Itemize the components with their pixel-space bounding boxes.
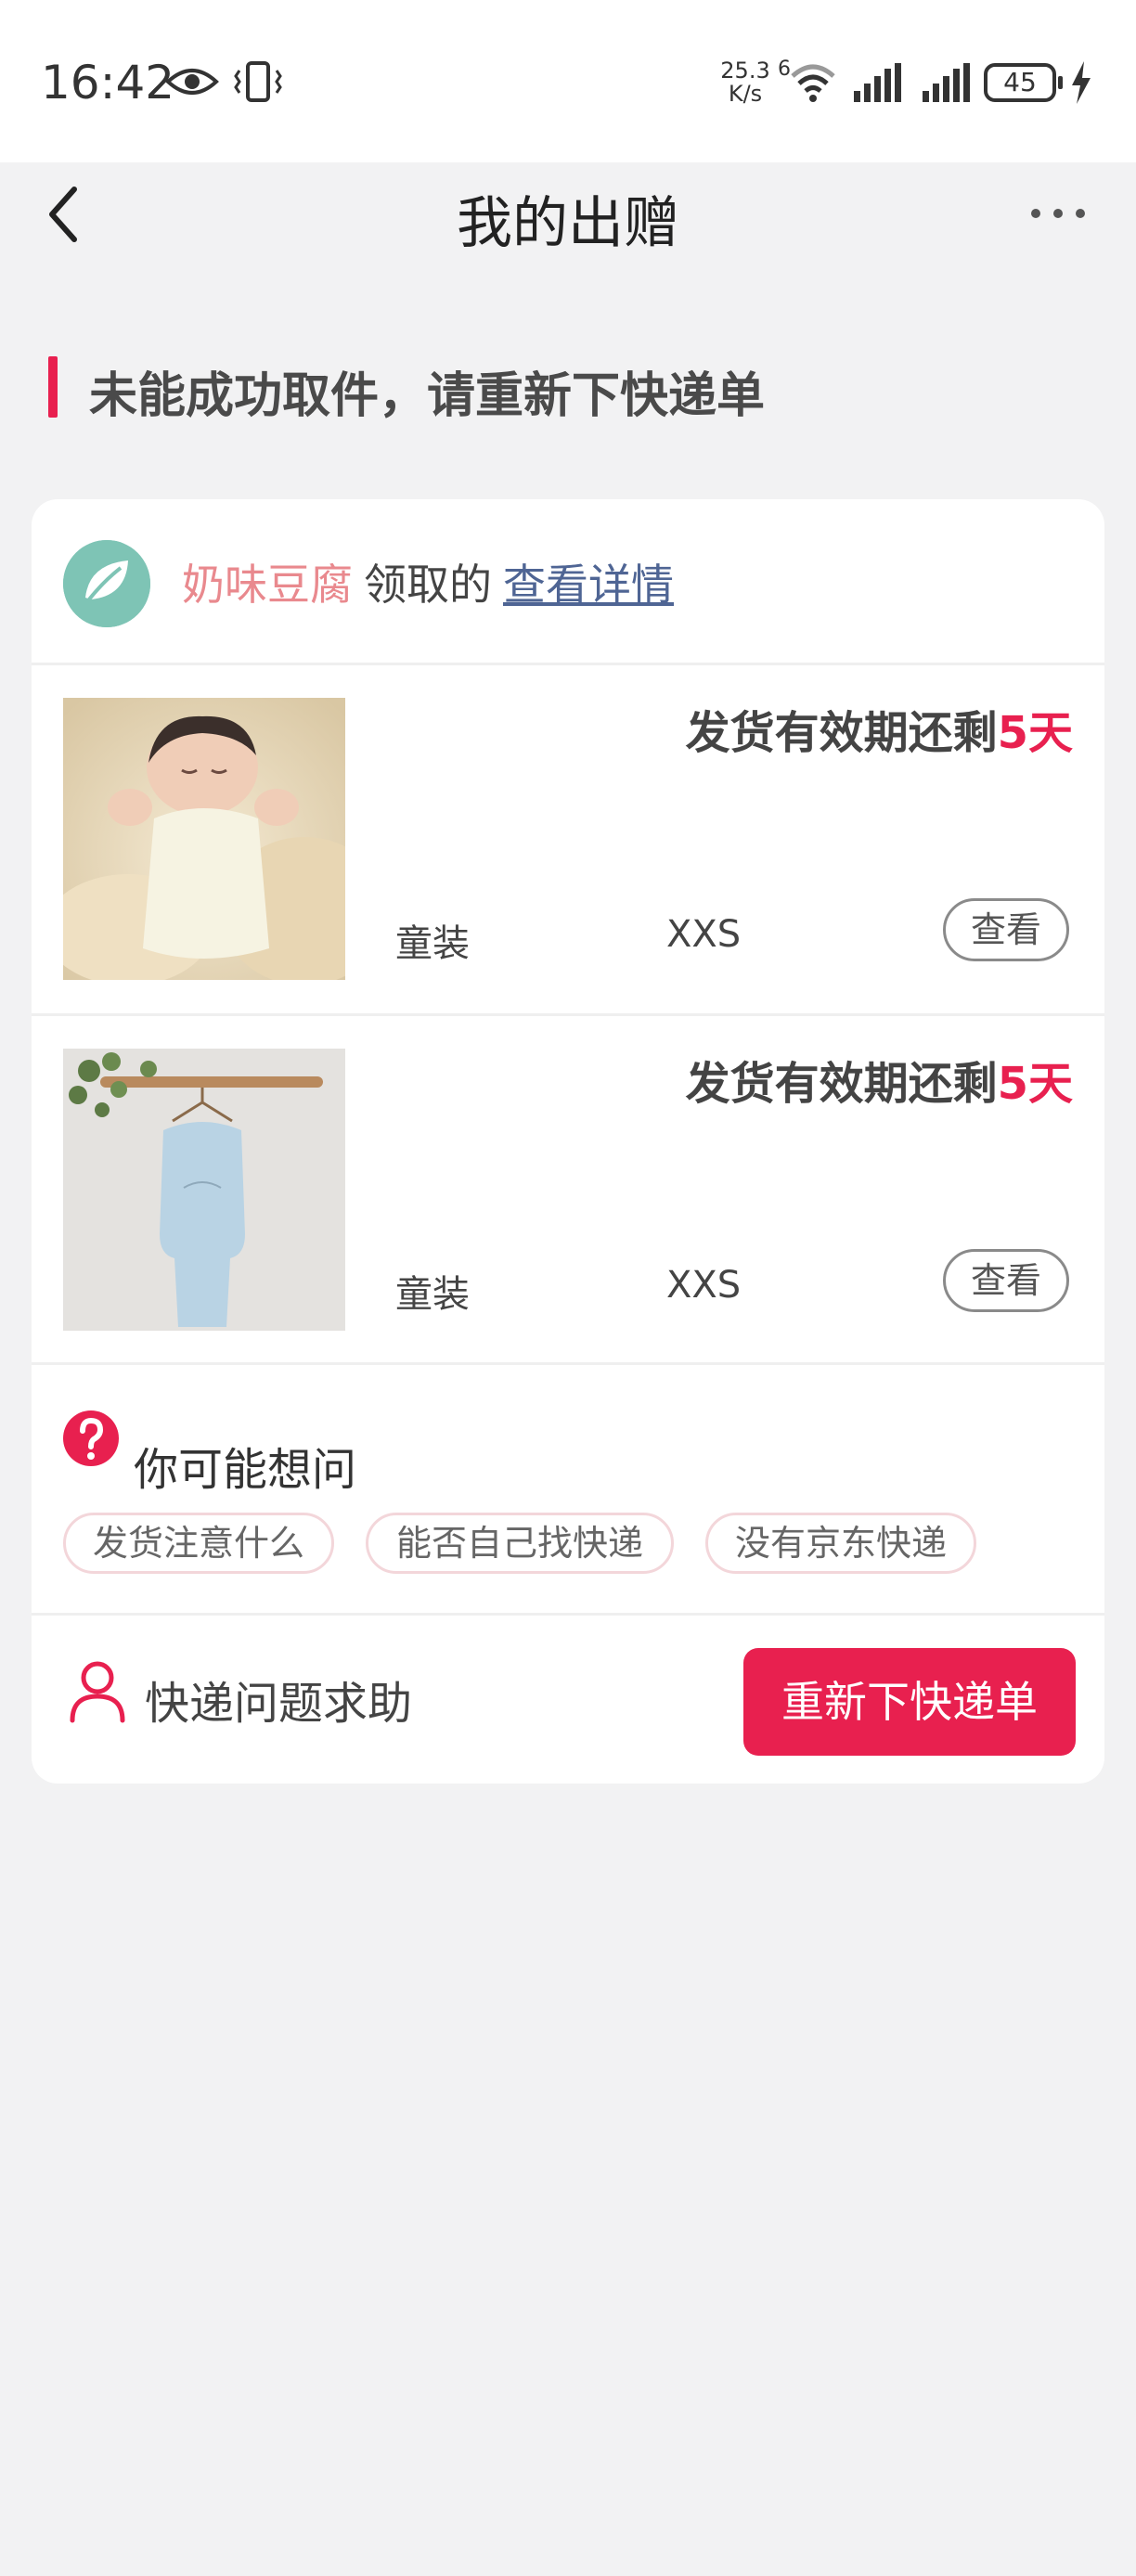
item-photo[interactable] <box>63 698 345 980</box>
top-bar: 16:42 25.3 K/s 6 45 我的出赠 <box>0 0 1136 256</box>
shipping-deadline: 发货有效期还剩5天 <box>686 1047 1073 1112</box>
gift-order-card: 奶味豆腐 领取的 查看详情 发货有效期还剩5天 童装 XXS 查看 发货有效期还… <box>32 499 1104 1784</box>
charging-icon <box>1072 61 1091 104</box>
faq-chip[interactable]: 能否自己找快递 <box>366 1513 674 1574</box>
question-icon <box>63 1410 119 1466</box>
receiver-action: 领取的 <box>364 560 492 610</box>
deadline-prefix: 发货有效期还剩 <box>685 1058 998 1110</box>
battery-level: 45 <box>1003 67 1037 97</box>
battery-icon: 45 <box>984 63 1056 102</box>
deadline-prefix: 发货有效期还剩 <box>685 707 998 759</box>
help-row: 快递问题求助 重新下快递单 <box>32 1615 1104 1784</box>
divider <box>32 1362 1104 1365</box>
battery-tip <box>1058 76 1063 89</box>
person-icon[interactable] <box>67 1657 128 1724</box>
view-button[interactable]: 查看 <box>943 898 1069 961</box>
faq-chip[interactable]: 发货注意什么 <box>63 1513 334 1574</box>
item-photo[interactable] <box>63 1049 345 1331</box>
status-time: 16:42 <box>41 56 175 109</box>
avatar[interactable] <box>63 540 150 627</box>
page-title: 我的出赠 <box>457 191 679 256</box>
faq-chip[interactable]: 没有京东快递 <box>705 1513 976 1574</box>
item-size: XXS <box>666 913 742 956</box>
notice-text: 未能成功取件，请重新下快递单 <box>89 368 766 424</box>
signal-icon <box>854 63 901 102</box>
deadline-days: 5天 <box>997 1058 1073 1110</box>
notice-accent-bar <box>48 356 58 418</box>
wifi-icon <box>791 64 835 102</box>
receiver-row: 奶味豆腐 领取的 查看详情 <box>32 499 1104 664</box>
gift-item: 发货有效期还剩5天 童装 XXS 查看 <box>32 664 1104 1011</box>
faq-title: 你可能想问 <box>134 1444 357 1496</box>
view-button[interactable]: 查看 <box>943 1249 1069 1312</box>
item-category: 童装 <box>395 922 470 965</box>
more-dots-icon[interactable] <box>1028 195 1088 232</box>
shipping-deadline: 发货有效期还剩5天 <box>686 696 1073 761</box>
reorder-courier-button[interactable]: 重新下快递单 <box>743 1648 1076 1756</box>
courier-help-link[interactable]: 快递问题求助 <box>145 1667 412 1732</box>
receiver-name[interactable]: 奶味豆腐 <box>182 560 353 610</box>
gift-item: 发货有效期还剩5天 童装 XXS 查看 <box>32 1015 1104 1362</box>
view-details-link[interactable]: 查看详情 <box>503 560 674 610</box>
vibrate-icon <box>234 61 282 102</box>
leaf-logo-icon <box>63 540 150 627</box>
item-category: 童装 <box>395 1273 470 1316</box>
deadline-days: 5天 <box>997 707 1073 759</box>
net-speed: 25.3 K/s <box>719 59 771 106</box>
receiver-text: 奶味豆腐 领取的 查看详情 <box>182 551 674 612</box>
signal-icon <box>923 63 970 102</box>
item-size: XXS <box>666 1264 742 1307</box>
eye-icon <box>165 69 219 95</box>
status-notice: 未能成功取件，请重新下快递单 <box>48 354 1069 424</box>
net-speed-value: 25.3 <box>720 58 770 84</box>
net-speed-unit: K/s <box>728 81 763 107</box>
